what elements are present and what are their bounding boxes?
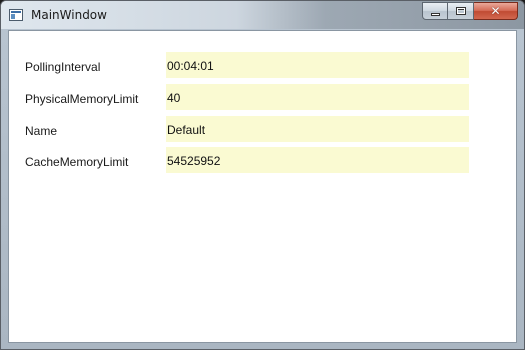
name-field[interactable]: [166, 116, 469, 142]
caption-buttons: ✕: [422, 2, 518, 21]
client-area: PollingInterval PhysicalMemoryLimit Name…: [8, 30, 517, 343]
physical-memory-limit-label: PhysicalMemoryLimit: [25, 92, 139, 106]
cache-memory-limit-field[interactable]: [166, 147, 469, 173]
physical-memory-limit-field[interactable]: [166, 84, 469, 110]
main-window: MainWindow ✕ PollingInterval PhysicalMem…: [0, 0, 525, 350]
name-label: Name: [25, 124, 58, 138]
cache-memory-limit-label: CacheMemoryLimit: [25, 155, 129, 169]
maximize-button[interactable]: [448, 2, 474, 20]
window-app-icon[interactable]: [9, 9, 23, 21]
polling-interval-label: PollingInterval: [25, 60, 101, 74]
polling-interval-field[interactable]: [166, 52, 469, 78]
close-button[interactable]: ✕: [474, 2, 518, 20]
minimize-icon: [431, 13, 440, 16]
close-icon: ✕: [490, 4, 501, 18]
window-title: MainWindow: [31, 8, 107, 22]
minimize-button[interactable]: [422, 2, 448, 20]
maximize-icon: [456, 7, 466, 15]
title-bar[interactable]: MainWindow ✕: [1, 1, 524, 29]
